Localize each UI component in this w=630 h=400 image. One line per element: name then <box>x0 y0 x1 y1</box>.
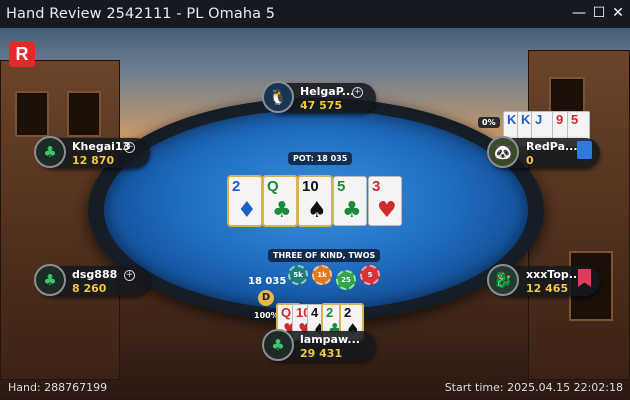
title-bar: Hand Review 2542111 - PL Omaha 5 — ☐ ✕ <box>0 0 630 28</box>
board-card: 5 ♣ <box>333 176 367 226</box>
chip-stack: 5 <box>360 265 380 285</box>
add-note-icon[interactable]: + <box>124 270 135 281</box>
player-stack: 47 575 <box>300 99 343 112</box>
minimize-icon[interactable]: — <box>570 4 588 22</box>
chip-stack: 5k <box>288 265 308 285</box>
maximize-icon[interactable]: ☐ <box>590 4 608 22</box>
card-rank: 4 <box>311 305 319 320</box>
card-rank: 2 <box>326 305 334 320</box>
hand-id-label: Hand: 288767199 <box>8 381 108 394</box>
card-rank: Q <box>267 178 279 195</box>
card-rank: 5 <box>337 178 346 195</box>
background-window <box>67 91 101 137</box>
player-name: lampaw... <box>300 333 360 346</box>
card-rank: 3 <box>372 178 381 195</box>
player-avatar: 🐧 <box>262 81 294 113</box>
card-rank: 5 <box>571 112 579 127</box>
player-name: xxxTop... <box>526 268 582 281</box>
player-stack: 12 870 <box>72 154 115 167</box>
player-name: HelgaP... <box>300 85 355 98</box>
board-card: Q ♣ <box>262 175 298 227</box>
card-rank: K <box>521 112 531 127</box>
hand-strength-label: THREE OF KIND, TWOS <box>268 249 381 262</box>
player-name: Khegai13 <box>72 140 131 153</box>
player-name: RedPa... <box>526 140 578 153</box>
card-rank: 9 <box>556 112 564 127</box>
start-time-label: Start time: 2025.04.15 22:02:18 <box>444 381 623 394</box>
bookmark-icon[interactable] <box>577 141 592 159</box>
card-suit: ♦ <box>237 198 257 223</box>
card-suit: ♠ <box>307 198 327 223</box>
player-name: dsg888 <box>72 268 118 281</box>
chip-stack: 1k <box>312 265 332 285</box>
dealer-button: D <box>258 290 274 306</box>
player-stack: 12 465 <box>526 282 569 295</box>
app-logo: R <box>9 41 35 67</box>
player-stack: 0 <box>526 154 534 167</box>
player-stack: 8 260 <box>72 282 107 295</box>
card-rank: K <box>507 112 517 127</box>
window-title: Hand Review 2542111 - PL Omaha 5 <box>6 6 276 22</box>
board-card: 10 ♠ <box>297 175 333 227</box>
pot-label: POT: 18 035 <box>288 152 353 165</box>
card-rank: 10 <box>302 178 319 195</box>
card-suit: ♣ <box>272 198 292 223</box>
player-avatar: ♣ <box>262 329 294 361</box>
card-rank: Q <box>281 305 292 320</box>
add-note-icon[interactable]: + <box>124 142 135 153</box>
player-avatar: ♣ <box>34 136 66 168</box>
card-rank: J <box>535 112 543 127</box>
player-avatar: 🐼 <box>487 136 519 168</box>
player-avatar: ♣ <box>34 264 66 296</box>
player-avatar: 🐉 <box>487 264 519 296</box>
card-rank: 2 <box>344 305 352 320</box>
player-stack: 29 431 <box>300 347 343 360</box>
bet-amount: 18 035 <box>248 276 287 287</box>
board-card: 3 ♥ <box>368 176 402 226</box>
background-window <box>15 91 49 137</box>
card-suit: ♥ <box>377 198 397 223</box>
equity-badge: 0% <box>478 117 500 128</box>
card-suit: ♣ <box>342 198 362 223</box>
board-card: 2 ♦ <box>227 175 263 227</box>
card-rank: 2 <box>232 178 241 195</box>
chip-stack: 25 <box>336 270 356 290</box>
close-icon[interactable]: ✕ <box>609 4 627 22</box>
add-note-icon[interactable]: + <box>352 87 363 98</box>
